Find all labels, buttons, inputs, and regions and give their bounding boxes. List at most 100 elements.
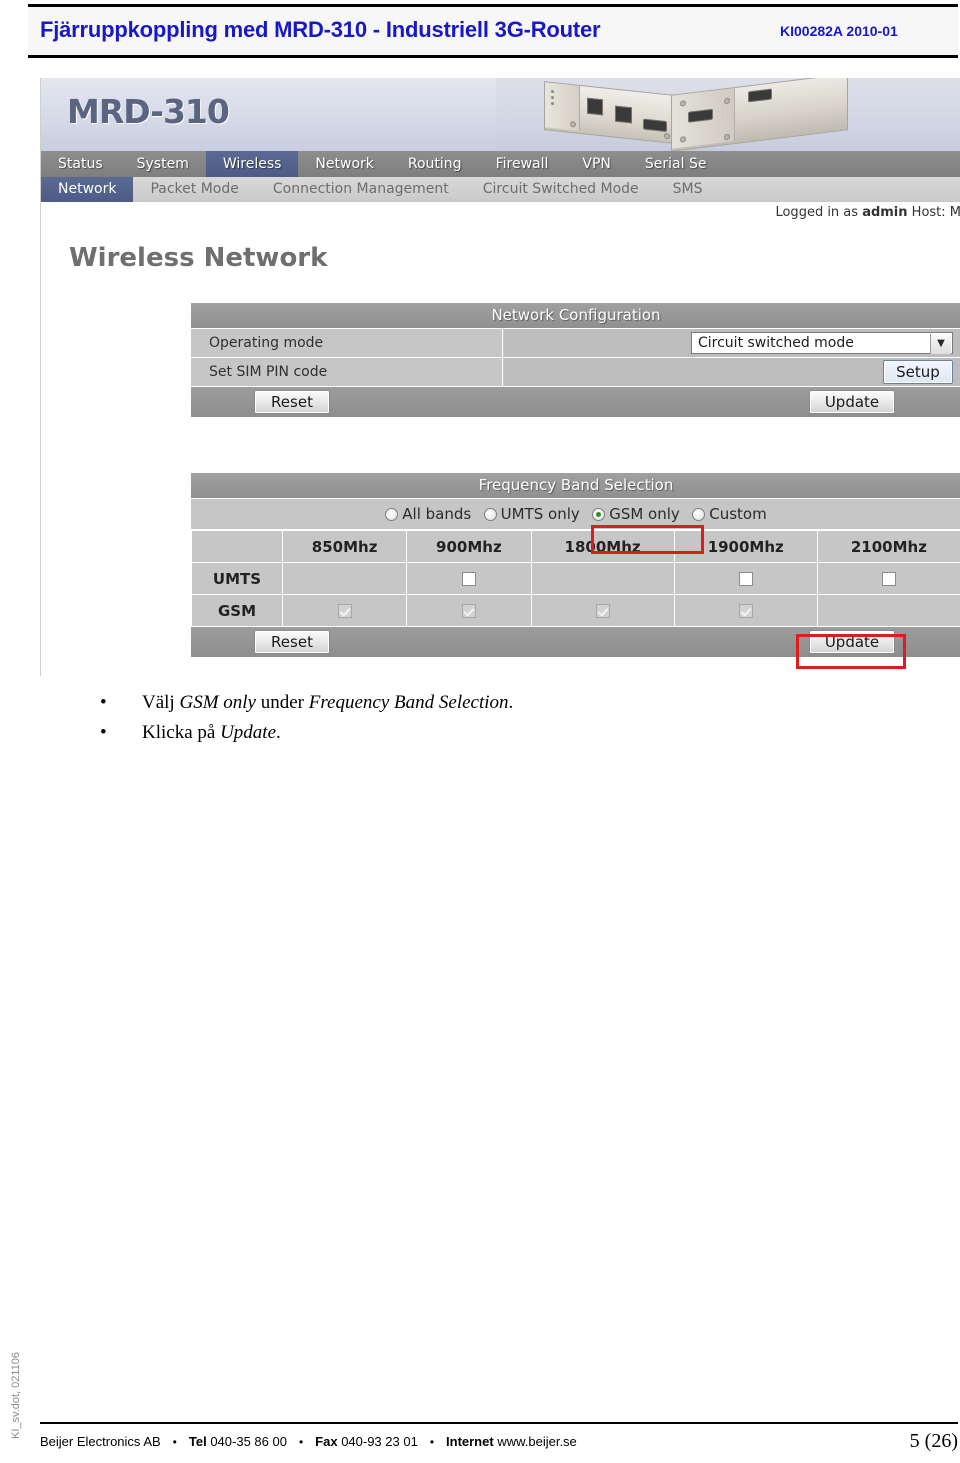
- band-table-corner: [191, 530, 283, 563]
- nav-item-status[interactable]: Status: [41, 151, 120, 177]
- cell-gsm-2100: [816, 594, 960, 627]
- router-photo-unit-a: [544, 81, 674, 144]
- nav-item-wireless[interactable]: Wireless: [205, 151, 299, 177]
- label-set-sim-pin-code: Set SIM PIN code: [191, 358, 503, 386]
- login-status-prefix: Logged in as: [775, 205, 863, 220]
- checkbox-gsm-1900[interactable]: [738, 604, 753, 618]
- band-row-label-umts: UMTS: [191, 562, 283, 595]
- band-row-gsm: GSM: [191, 594, 960, 627]
- network-configuration-title: Network Configuration: [191, 303, 960, 329]
- nav-item-serial-server[interactable]: Serial Se: [628, 151, 724, 177]
- subnav-item-packet-mode[interactable]: Packet Mode: [133, 177, 255, 202]
- router-photo-unit-b: [671, 78, 848, 151]
- radio-option-umts-only[interactable]: UMTS only: [480, 499, 584, 529]
- band-row-label-gsm: GSM: [191, 594, 283, 627]
- radio-icon-umts-only[interactable]: [483, 508, 497, 521]
- label-operating-mode: Operating mode: [191, 329, 503, 357]
- footer-tel-label: Tel: [188, 1434, 207, 1449]
- document-title: Fjärruppkoppling med MRD-310 - Industrie…: [40, 17, 601, 42]
- network-update-button[interactable]: Update: [809, 390, 895, 414]
- cell-umts-1800: [530, 562, 675, 595]
- footer-fax-value: 040-93 23 01: [341, 1434, 418, 1449]
- checkbox-gsm-850[interactable]: [337, 604, 352, 618]
- checkbox-umts-1900[interactable]: [738, 572, 753, 586]
- footer-telephone: Tel 040-35 86 00: [189, 1434, 287, 1449]
- setup-button[interactable]: Setup: [883, 360, 953, 384]
- band-update-button[interactable]: Update: [809, 630, 895, 654]
- field-sim-pin-code: Setup: [504, 358, 960, 386]
- operating-mode-select[interactable]: Circuit switched mode ▼: [691, 332, 953, 354]
- nav-item-vpn[interactable]: VPN: [565, 151, 628, 177]
- radio-icon-custom[interactable]: [692, 508, 706, 521]
- cell-gsm-1900[interactable]: [673, 594, 818, 627]
- login-status-user: admin: [862, 205, 908, 220]
- field-operating-mode: Circuit switched mode ▼: [504, 329, 960, 357]
- radio-label-custom: Custom: [709, 505, 767, 523]
- chevron-down-icon[interactable]: ▼: [930, 334, 951, 354]
- nav-item-system[interactable]: System: [120, 151, 206, 177]
- instruction-2-part-1: Klicka på: [142, 722, 221, 743]
- band-mode-radio-group[interactable]: All bands UMTS only GSM only Custom: [191, 499, 960, 530]
- band-header-1800: 1800Mhz: [530, 530, 675, 563]
- cell-gsm-900[interactable]: [406, 594, 532, 627]
- nav-item-network[interactable]: Network: [298, 151, 390, 177]
- secondary-navigation[interactable]: Network Packet Mode Connection Managemen…: [41, 177, 960, 202]
- radio-option-all-bands[interactable]: All bands: [381, 499, 475, 529]
- cell-umts-2100[interactable]: [816, 562, 960, 595]
- band-header-row: 850Mhz 900Mhz 1800Mhz 1900Mhz 2100Mhz: [191, 530, 960, 563]
- footer-separator-1: •: [172, 1435, 177, 1449]
- radio-label-umts-only: UMTS only: [500, 505, 580, 523]
- template-stamp: KI_sv.dot, 021106: [10, 1351, 22, 1439]
- instruction-list: Välj GSM only under Frequency Band Selec…: [96, 688, 856, 748]
- radio-option-custom[interactable]: Custom: [688, 499, 770, 529]
- frequency-band-selection-panel: Frequency Band Selection All bands UMTS …: [191, 473, 960, 657]
- radio-icon-gsm-only[interactable]: [592, 508, 606, 521]
- band-header-1900: 1900Mhz: [673, 530, 818, 563]
- login-status: Logged in as admin Host: M: [41, 205, 960, 225]
- cell-umts-850: [281, 562, 408, 595]
- instruction-1-part-5: .: [508, 692, 514, 713]
- instruction-item-2: Klicka på Update.: [96, 718, 856, 748]
- subnav-item-sms[interactable]: SMS: [656, 177, 720, 202]
- page-number: 5 (26): [909, 1430, 958, 1452]
- nav-item-firewall[interactable]: Firewall: [479, 151, 566, 177]
- radio-label-all-bands: All bands: [402, 505, 472, 523]
- checkbox-gsm-1800[interactable]: [595, 604, 610, 618]
- footer-tel-value: 040-35 86 00: [210, 1434, 287, 1449]
- checkbox-umts-2100[interactable]: [881, 572, 896, 586]
- login-status-host: Host: M: [907, 205, 960, 220]
- footer-fax-label: Fax: [315, 1434, 338, 1449]
- network-reset-button[interactable]: Reset: [254, 390, 330, 414]
- row-operating-mode: Operating mode Circuit switched mode ▼: [191, 329, 960, 358]
- band-header-2100: 2100Mhz: [816, 530, 960, 563]
- band-reset-button[interactable]: Reset: [254, 630, 330, 654]
- subnav-item-network[interactable]: Network: [41, 177, 134, 202]
- footer-rule: [40, 1422, 958, 1424]
- instruction-2-part-2: Update: [220, 722, 277, 743]
- page-header: Fjärruppkoppling med MRD-310 - Industrie…: [28, 4, 958, 58]
- nav-item-routing[interactable]: Routing: [391, 151, 479, 177]
- checkbox-gsm-900[interactable]: [461, 604, 476, 618]
- checkbox-umts-900[interactable]: [461, 572, 476, 586]
- primary-navigation[interactable]: Status System Wireless Network Routing F…: [41, 151, 960, 177]
- cell-umts-1900[interactable]: [673, 562, 818, 595]
- radio-option-gsm-only[interactable]: GSM only: [588, 499, 684, 529]
- footer-internet-label: Internet: [446, 1434, 494, 1449]
- cell-gsm-850[interactable]: [281, 594, 408, 627]
- header-rule-bottom: [28, 55, 958, 58]
- page-title: Wireless Network: [69, 243, 328, 273]
- instruction-1-part-4: Frequency Band Selection: [308, 692, 509, 713]
- instruction-1-part-3: under: [255, 692, 309, 713]
- cell-gsm-1800[interactable]: [530, 594, 675, 627]
- network-configuration-panel: Network Configuration Operating mode Cir…: [191, 303, 960, 417]
- instruction-2-part-3: .: [276, 722, 281, 743]
- footer-fax: Fax 040-93 23 01: [315, 1434, 418, 1449]
- band-header-900: 900Mhz: [406, 530, 532, 563]
- subnav-item-connection-management[interactable]: Connection Management: [256, 177, 466, 202]
- router-logo: MRD-310: [67, 92, 230, 131]
- radio-icon-all-bands[interactable]: [385, 508, 399, 521]
- document-id: KI00282A 2010-01: [780, 23, 898, 39]
- subnav-item-circuit-switched-mode[interactable]: Circuit Switched Mode: [466, 177, 656, 202]
- frequency-band-selection-title: Frequency Band Selection: [191, 473, 960, 499]
- cell-umts-900[interactable]: [406, 562, 532, 595]
